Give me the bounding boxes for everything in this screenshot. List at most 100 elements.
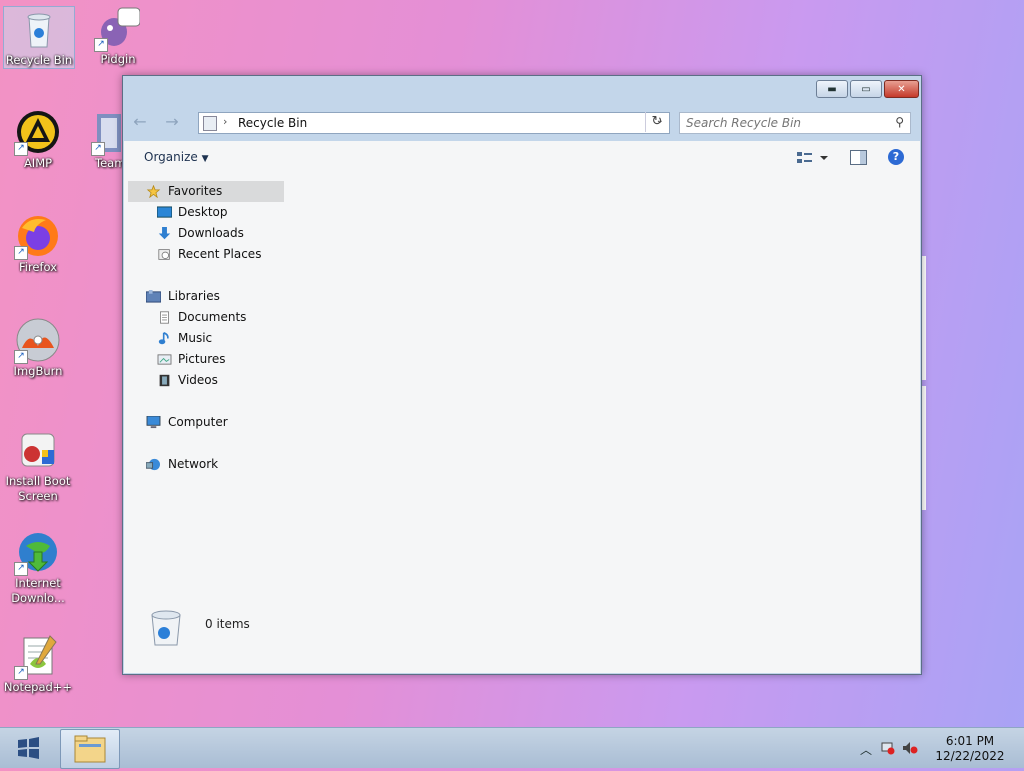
nav-videos[interactable]: Videos: [128, 370, 284, 391]
nav-libraries[interactable]: Libraries: [128, 286, 284, 307]
documents-icon: [160, 311, 169, 324]
nav-label: Computer: [168, 415, 228, 429]
nav-music[interactable]: Music: [128, 328, 284, 349]
recent-places-icon: [158, 249, 170, 260]
explorer-window[interactable]: ▬ ▭ ✕ ← → › Recycle Bin ⌄ ↻ ⚲ Organize ▼: [122, 75, 922, 675]
help-button[interactable]: ?: [888, 149, 904, 165]
notepadpp-icon: ↗: [14, 634, 60, 680]
nav-downloads[interactable]: Downloads: [128, 223, 284, 244]
organize-button[interactable]: Organize ▼: [144, 150, 209, 164]
minimize-button[interactable]: ▬: [816, 80, 848, 98]
music-icon: [158, 332, 169, 345]
navigation-pane: Favorites Desktop Downloads Recent Place…: [128, 181, 284, 475]
nav-label: Documents: [178, 310, 247, 324]
back-button[interactable]: ←: [129, 112, 151, 132]
start-button[interactable]: [8, 734, 48, 762]
install-boot-screen-icon: [16, 428, 60, 472]
nav-label: Recent Places: [178, 247, 262, 261]
organize-label: Organize: [144, 150, 198, 164]
preview-pane-button[interactable]: [850, 150, 867, 165]
volume-muted-icon[interactable]: [902, 741, 918, 755]
desktop-icon-imgburn[interactable]: ↗ ImgBurn: [3, 318, 73, 379]
desktop-icon-label: Recycle Bin: [5, 53, 73, 67]
shortcut-arrow-icon: ↗: [14, 350, 28, 364]
breadcrumb-separator-icon: ›: [223, 115, 228, 128]
address-bar[interactable]: › Recycle Bin ⌄: [198, 112, 670, 134]
clock-date: 12/22/2022: [935, 749, 1005, 763]
breadcrumb-recycle-bin[interactable]: Recycle Bin: [238, 116, 307, 130]
desktop-icon-pidgin[interactable]: ↗ Pidgin: [83, 6, 153, 67]
folder-icon: [74, 735, 106, 763]
nav-label: Downloads: [178, 226, 244, 240]
windows-logo-icon: [18, 737, 39, 759]
pictures-icon: [157, 354, 172, 365]
desktop-icon-label: ImgBurn: [13, 364, 63, 378]
libraries-icon: [146, 290, 161, 303]
window-titlebar[interactable]: ▬ ▭ ✕: [123, 76, 921, 104]
shortcut-arrow-icon: ↗: [14, 562, 28, 576]
desktop-icon-teamviewer[interactable]: ↗ Team: [83, 110, 123, 171]
window-controls: ▬ ▭ ✕: [816, 80, 919, 98]
nav-documents[interactable]: Documents: [128, 307, 284, 328]
system-clock[interactable]: 6:01 PM 12/22/2022: [930, 734, 1010, 764]
shortcut-arrow-icon: ↗: [14, 666, 28, 680]
nav-network[interactable]: Network: [128, 454, 284, 475]
recycle-bin-large-icon: [148, 609, 184, 647]
nav-label: Pictures: [178, 352, 226, 366]
desktop-icon-label: Internet Downlo...: [11, 576, 65, 605]
forward-button[interactable]: →: [161, 112, 183, 132]
nav-pictures[interactable]: Pictures: [128, 349, 284, 370]
item-count: 0 items: [205, 617, 250, 631]
taskbar-file-explorer-button[interactable]: [60, 729, 120, 769]
nav-label: Favorites: [168, 184, 223, 198]
nav-label: Music: [178, 331, 213, 345]
desktop-icon-firefox[interactable]: ↗ Firefox: [3, 214, 73, 275]
aimp-icon: ↗: [14, 110, 60, 156]
nav-computer[interactable]: Computer: [128, 412, 284, 433]
pidgin-icon: ↗: [94, 6, 141, 52]
shortcut-arrow-icon: ↗: [91, 142, 105, 156]
recycle-bin-small-icon: [203, 116, 217, 131]
status-bar: 0 items: [124, 595, 920, 673]
internet-download-manager-icon: ↗: [14, 530, 60, 576]
nav-recent-places[interactable]: Recent Places: [128, 244, 284, 265]
network-icon: [146, 458, 160, 471]
desktop-icon-install-boot-screen[interactable]: Install Boot Screen: [3, 428, 73, 504]
teamviewer-icon: ↗: [91, 110, 123, 156]
desktop-icon-aimp[interactable]: ↗ AIMP: [3, 110, 73, 171]
system-tray: ︿ 6:01 PM 12/22/2022: [840, 731, 1010, 765]
desktop-icon-notepadpp[interactable]: ↗ Notepad++: [3, 634, 73, 695]
network-status-icon[interactable]: [881, 741, 895, 755]
explorer-content: Organize ▼ ? Favorites Desktop Downloads: [124, 141, 920, 673]
background-window-edge: [922, 256, 926, 380]
search-box[interactable]: ⚲: [679, 112, 911, 134]
imgburn-icon: ↗: [14, 318, 60, 364]
show-hidden-icons-icon[interactable]: ︿: [860, 741, 872, 758]
close-button[interactable]: ✕: [884, 80, 919, 98]
desktop-icon-label: Team: [95, 156, 123, 170]
background-window-edge: [922, 386, 926, 510]
computer-icon: [146, 416, 161, 429]
desktop-icon-internet-download-manager[interactable]: ↗ Internet Downlo...: [3, 530, 73, 606]
desktop-icon-label: Firefox: [18, 260, 58, 274]
search-input[interactable]: [684, 113, 883, 133]
navigation-bar: ← → › Recycle Bin ⌄ ↻ ⚲: [123, 106, 921, 138]
desktop-icon-label: Pidgin: [100, 52, 136, 66]
firefox-icon: ↗: [14, 214, 60, 260]
refresh-button[interactable]: ↻: [645, 112, 668, 132]
nav-label: Libraries: [168, 289, 220, 303]
nav-label: Videos: [178, 373, 218, 387]
nav-favorites[interactable]: Favorites: [128, 181, 284, 202]
desktop-icon-label: Install Boot Screen: [5, 474, 71, 503]
taskbar: ︿ 6:01 PM 12/22/2022: [0, 727, 1024, 769]
maximize-button[interactable]: ▭: [850, 80, 882, 98]
recycle-bin-icon: [17, 7, 61, 51]
nav-desktop[interactable]: Desktop: [128, 202, 284, 223]
search-icon[interactable]: ⚲: [895, 115, 904, 129]
change-view-button[interactable]: [796, 150, 828, 166]
desktop-icon-recycle-bin[interactable]: Recycle Bin: [3, 6, 75, 69]
download-arrow-icon: [158, 227, 171, 240]
nav-label: Desktop: [178, 205, 228, 219]
chevron-down-icon: ▼: [201, 154, 209, 164]
desktop-icon-label: AIMP: [23, 156, 53, 170]
